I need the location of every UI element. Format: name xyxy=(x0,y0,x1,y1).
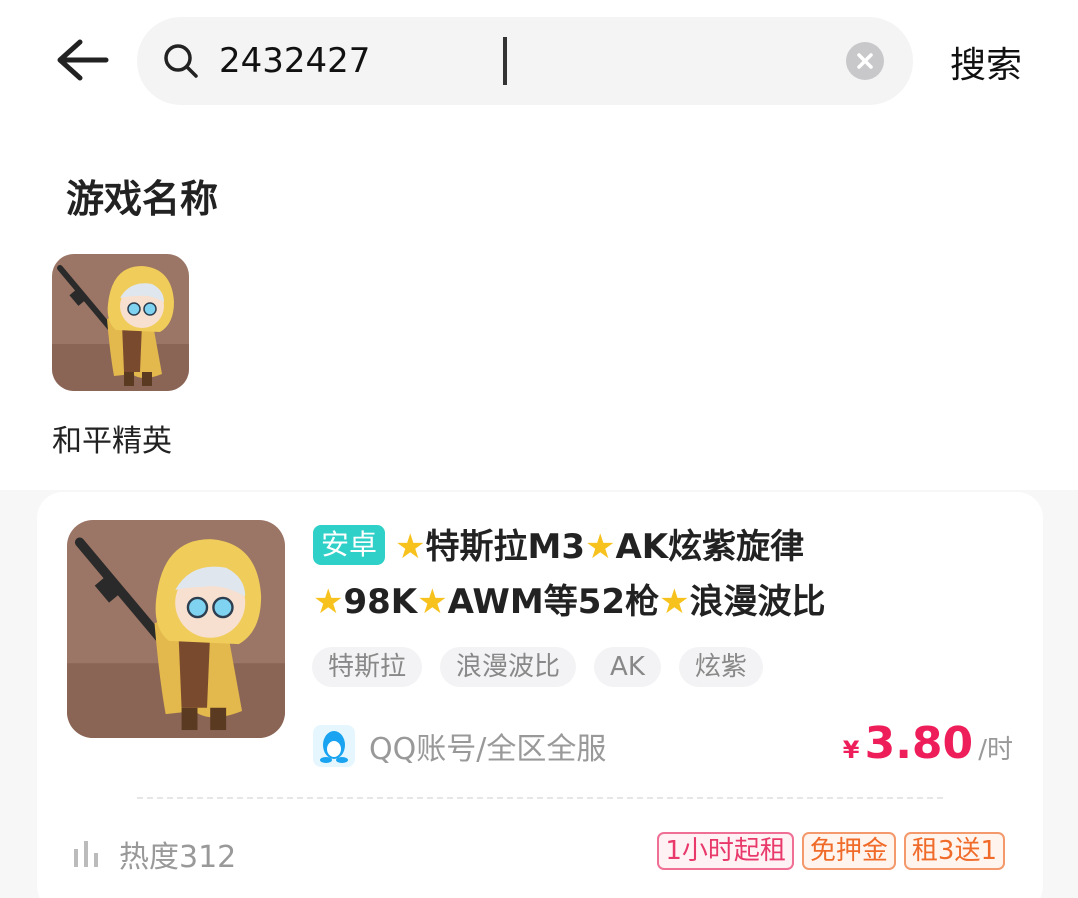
price: ¥ 3.80 /时 xyxy=(843,718,1013,769)
clear-circle-icon xyxy=(857,53,873,69)
badge: 免押金 xyxy=(801,832,896,870)
price-amount: 3.80 xyxy=(864,718,974,769)
game-tile[interactable]: 和平精英 xyxy=(52,254,190,459)
tag: AK xyxy=(594,647,661,687)
tag-list: 特斯拉 浪漫波比 AK 炫紫 xyxy=(312,647,763,687)
price-unit: /时 xyxy=(978,735,1013,765)
clear-button[interactable] xyxy=(846,42,884,80)
listing-title: 安卓 ★特斯拉M3★AK炫紫旋律 ★98K★AWM等52枪★浪漫波比 xyxy=(313,520,913,630)
heat-text: 热度312 xyxy=(119,840,237,875)
game-icon xyxy=(52,254,189,391)
price-currency: ¥ xyxy=(842,736,860,764)
qq-penguin-icon xyxy=(313,725,355,767)
tag: 浪漫波比 xyxy=(440,647,577,687)
listing-thumbnail xyxy=(67,520,285,738)
star-icon: ★ xyxy=(659,582,690,622)
divider xyxy=(137,797,943,799)
tag: 炫紫 xyxy=(678,647,763,687)
tag: 特斯拉 xyxy=(312,647,423,687)
badge: 租3送1 xyxy=(903,832,1005,870)
star-icon: ★ xyxy=(417,582,448,622)
game-name: 和平精英 xyxy=(52,424,172,459)
game-character-thumbnail xyxy=(67,520,285,738)
bar-chart-icon xyxy=(74,841,98,867)
star-icon: ★ xyxy=(585,527,616,567)
search-button[interactable]: 搜索 xyxy=(950,36,1022,88)
section-title: 游戏名称 xyxy=(66,177,219,221)
title-segment: 特斯拉M3 xyxy=(425,527,586,567)
game-character-thumbnail xyxy=(52,254,189,391)
platform-badge: 安卓 xyxy=(313,525,386,565)
account-row: QQ账号/全区全服 xyxy=(313,724,606,768)
text-caret xyxy=(503,37,507,85)
search-box[interactable] xyxy=(137,17,913,105)
star-icon: ★ xyxy=(395,527,426,567)
top-bar: 搜索 xyxy=(0,0,1078,122)
badge: 1小时起租 xyxy=(657,832,794,870)
title-segment: 98K xyxy=(343,582,418,622)
heat-indicator: 热度312 xyxy=(71,832,236,876)
title-segment: AK炫紫旋律 xyxy=(615,527,805,567)
title-segment: AWM等52枪 xyxy=(447,582,660,622)
arrow-left-icon xyxy=(57,39,109,81)
account-type: QQ账号/全区全服 xyxy=(369,732,607,767)
back-button[interactable] xyxy=(52,34,112,86)
title-segment: 浪漫波比 xyxy=(689,582,826,622)
search-input[interactable] xyxy=(219,35,839,87)
badge-list: 1小时起租 免押金 租3送1 xyxy=(657,832,1005,870)
listing-card[interactable]: 安卓 ★特斯拉M3★AK炫紫旋律 ★98K★AWM等52枪★浪漫波比 特斯拉 浪漫波… xyxy=(37,492,1043,898)
star-icon: ★ xyxy=(313,582,344,622)
magnifier-icon xyxy=(164,44,198,78)
